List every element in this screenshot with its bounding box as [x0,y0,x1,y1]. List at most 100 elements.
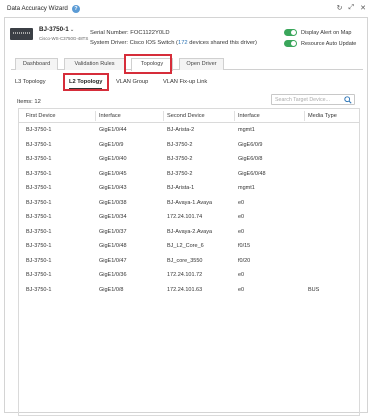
help-icon[interactable]: ? [71,4,80,13]
second-device-cell: BJ_L2_Core_6 [167,243,204,250]
subtab-vlan-group[interactable]: VLAN Group [116,77,148,88]
table-row[interactable]: BJ-3750-1 GigE1/0/37 BJ-Avaya-2.Avaya e0 [19,225,359,240]
subtab-l3-topology[interactable]: L3 Topology [15,77,46,88]
second-device-cell: BJ-Arista-2 [167,127,195,133]
column-divider[interactable] [304,111,305,121]
interface-cell: GigE1/0/9 [99,141,124,148]
switch-device-icon [10,28,33,40]
second-interface-cell: f0/20 [238,257,251,264]
window-controls: ↻ ⤢ ✕ [337,4,366,12]
second-device-cell: BJ-Arista-1 [167,185,195,192]
expand-icon[interactable]: ⤢ [349,4,355,12]
tab-validation-rules[interactable]: Validation Rules [64,58,125,70]
title-bar: Data Accuracy Wizard ? [0,0,372,17]
shared-device-count-link[interactable]: 172 [178,40,188,46]
second-interface-cell: f0/15 [238,243,251,250]
driver-label: System Driver: [90,40,129,46]
second-device-cell: BJ_core_3550 [167,257,203,264]
search-input[interactable] [275,96,343,103]
first-device-cell: BJ-3750-1 [26,214,52,221]
first-device-cell: BJ-3750-1 [26,199,52,206]
column-divider[interactable] [234,111,235,121]
device-selector[interactable]: BJ-3750-1⌄ Cisco-WS-C3750G-48TS [10,26,88,41]
serial-label: Serial Number: [90,30,129,36]
second-interface-cell: GigE6/0/9 [238,141,263,148]
column-divider[interactable] [163,111,164,121]
window-title: Data Accuracy Wizard [7,5,68,12]
second-device-cell: 172.24.101.63 [167,287,203,294]
refresh-icon[interactable]: ↻ [337,4,343,12]
first-device-cell: BJ-3750-1 [26,272,52,279]
first-device-cell: BJ-3750-1 [26,228,52,235]
device-info: Serial Number: FOC1122Y0LD System Driver… [90,28,257,48]
second-device-cell: BJ-3750-2 [167,170,193,177]
interface-cell: GigE1/0/40 [99,156,127,163]
interface-cell: GigE1/0/36 [99,272,127,279]
search-icon[interactable] [344,96,352,104]
display-alert-label: Display Alert on Map [301,29,352,36]
column-header-second-device[interactable]: Second Device [167,109,205,123]
table-row[interactable]: BJ-3750-1 GigE1/0/8 172.24.101.63 e0 BUS [19,283,359,298]
driver-name: Cisco IOS Switch [129,40,175,46]
display-alert-toggle[interactable] [284,29,297,36]
table-header: First Device Interface Second Device Int… [19,109,359,123]
serial-value: FOC1122Y0LD [130,30,170,36]
table-row[interactable]: BJ-3750-1 GigE1/0/36 172.24.101.72 e0 [19,268,359,283]
table-row[interactable]: BJ-3750-1 GigE1/0/47 BJ_core_3550 f0/20 [19,254,359,269]
second-interface-cell: mgmt1 [238,127,255,133]
tab-open-driver[interactable]: Open Driver [179,58,224,70]
interface-cell: GigE1/0/34 [99,214,127,221]
second-interface-cell: e0 [238,272,245,279]
interface-cell: GigE1/0/48 [99,243,127,250]
driver-suffix: devices shared this driver) [187,40,257,46]
main-tabs: Dashboard Validation Rules Topology Open… [11,58,363,71]
l2-topology-highlight [63,73,109,91]
first-device-cell: BJ-3750-1 [26,141,52,148]
interface-cell: GigE1/0/45 [99,170,127,177]
search-box [271,94,355,105]
second-interface-cell: e0 [238,228,245,235]
table-row[interactable]: BJ-3750-1 GigE1/0/38 BJ-Avaya-1.Avaya e0 [19,196,359,211]
resource-auto-update-toggle[interactable] [284,40,297,47]
second-interface-cell: GigE6/0/48 [238,170,266,177]
close-icon[interactable]: ✕ [360,4,366,12]
second-device-cell: BJ-Avaya-1.Avaya [167,199,213,206]
chevron-down-icon[interactable]: ⌄ [70,27,75,33]
tab-dashboard[interactable]: Dashboard [15,58,58,70]
table-body: BJ-3750-1 GigE1/0/44 BJ-Arista-2 mgmt1 BJ-37… [19,123,359,298]
interface-cell: GigE1/0/37 [99,228,127,235]
interface-cell: GigE1/0/38 [99,199,127,206]
device-model: Cisco-WS-C3750G-48TS [39,36,89,41]
table-row[interactable]: BJ-3750-1 GigE1/0/9 BJ-3750-2 GigE6/0/9 [19,138,359,153]
subtab-vlan-fixup-link[interactable]: VLAN Fix-up Link [163,77,207,88]
second-device-cell: 172.24.101.72 [167,272,203,279]
column-header-media-type[interactable]: Media Type [308,109,337,123]
column-header-first-device[interactable]: First Device [26,109,56,123]
second-interface-cell: GigE6/0/8 [238,156,263,163]
table-row[interactable]: BJ-3750-1 GigE1/0/45 BJ-3750-2 GigE6/0/48 [19,167,359,182]
table-row[interactable]: BJ-3750-1 GigE1/0/43 BJ-Arista-1 mgmt1 [19,181,359,196]
first-device-cell: BJ-3750-1 [26,185,52,192]
interface-cell: GigE1/0/44 [99,127,127,133]
column-divider[interactable] [95,111,96,121]
interface-cell: GigE1/0/43 [99,185,127,192]
first-device-cell: BJ-3750-1 [26,156,52,163]
first-device-cell: BJ-3750-1 [26,243,52,250]
second-device-cell: BJ-3750-2 [167,156,193,163]
table-row[interactable]: BJ-3750-1 GigE1/0/48 BJ_L2_Core_6 f0/15 [19,239,359,254]
wizard-panel: BJ-3750-1⌄ Cisco-WS-C3750G-48TS Serial N… [4,17,368,416]
resource-auto-update-label: Resource Auto Update [301,40,357,47]
topology-table: First Device Interface Second Device Int… [18,108,360,416]
interface-cell: GigE1/0/47 [99,257,127,264]
second-interface-cell: e0 [238,287,245,294]
table-row[interactable]: BJ-3750-1 GigE1/0/34 172.24.101.74 e0 [19,210,359,225]
media-type-cell: BUS [308,287,320,294]
table-row[interactable]: BJ-3750-1 GigE1/0/44 BJ-Arista-2 mgmt1 [19,123,359,138]
first-device-cell: BJ-3750-1 [26,257,52,264]
column-header-second-interface[interactable]: Interface [238,109,260,123]
second-device-cell: 172.24.101.74 [167,214,203,221]
column-header-interface[interactable]: Interface [99,109,121,123]
first-device-cell: BJ-3750-1 [26,127,52,133]
interface-cell: GigE1/0/8 [99,287,124,294]
table-row[interactable]: BJ-3750-1 GigE1/0/40 BJ-3750-2 GigE6/0/8 [19,152,359,167]
